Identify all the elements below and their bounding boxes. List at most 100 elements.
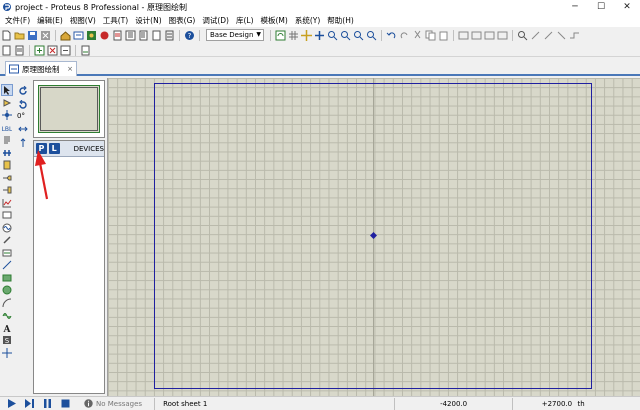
undo-icon[interactable] bbox=[386, 30, 397, 41]
svg-text:?: ? bbox=[188, 32, 192, 40]
zoom-all-icon[interactable] bbox=[353, 30, 364, 41]
notes-icon[interactable] bbox=[151, 30, 162, 41]
menu-edit[interactable]: 编辑(E) bbox=[35, 15, 68, 26]
menu-graph[interactable]: 图表(G) bbox=[167, 15, 201, 26]
messages-indicator[interactable]: No Messages bbox=[84, 399, 142, 408]
bus-icon[interactable] bbox=[1, 147, 13, 159]
close-project-icon[interactable] bbox=[40, 30, 51, 41]
wire-label-icon[interactable]: LBL bbox=[1, 122, 13, 134]
component-mode-icon[interactable] bbox=[1, 97, 13, 109]
block-rotate-icon[interactable] bbox=[484, 30, 495, 41]
menu-tools[interactable]: 工具(T) bbox=[101, 15, 133, 26]
voltage-probe-icon[interactable] bbox=[1, 234, 13, 246]
help-icon[interactable]: ? bbox=[184, 30, 195, 41]
device-panel-title: DEVICES bbox=[73, 144, 104, 153]
close-window-button[interactable]: ✕ bbox=[614, 0, 640, 14]
maximize-button[interactable]: ☐ bbox=[588, 0, 614, 14]
menu-help[interactable]: 帮助(H) bbox=[325, 15, 359, 26]
tab-close-button[interactable]: × bbox=[67, 65, 73, 73]
home-icon[interactable] bbox=[60, 30, 71, 41]
design-explorer-icon[interactable] bbox=[125, 30, 136, 41]
device-pin-icon[interactable] bbox=[1, 184, 13, 196]
menu-bar: 文件(F) 编辑(E) 视图(V) 工具(T) 设计(N) 图表(G) 调试(D… bbox=[0, 14, 640, 27]
rotate-clockwise-icon[interactable] bbox=[16, 84, 30, 98]
generator-icon[interactable] bbox=[1, 222, 13, 234]
rotation-angle-value[interactable]: 0° bbox=[16, 112, 32, 122]
symbol-2d-icon[interactable]: S bbox=[1, 334, 13, 346]
3d-view-icon[interactable] bbox=[99, 30, 110, 41]
text-2d-icon[interactable]: A bbox=[1, 322, 13, 334]
menu-system[interactable]: 系统(Y) bbox=[293, 15, 325, 26]
new-file-icon[interactable] bbox=[1, 30, 12, 41]
zoom-in-icon[interactable] bbox=[327, 30, 338, 41]
graph-icon[interactable] bbox=[1, 197, 13, 209]
zoom-area-icon[interactable] bbox=[366, 30, 377, 41]
status-bar: No Messages Root sheet 1 -4200.0 +2700.0… bbox=[0, 396, 640, 410]
overview-preview[interactable] bbox=[38, 85, 100, 133]
minimize-button[interactable]: ─ bbox=[562, 0, 588, 14]
menu-debug[interactable]: 调试(D) bbox=[200, 15, 234, 26]
cut-icon[interactable] bbox=[412, 30, 423, 41]
tape-recorder-icon[interactable] bbox=[1, 209, 13, 221]
save-icon[interactable] bbox=[27, 30, 38, 41]
mirror-vertical-icon[interactable] bbox=[16, 136, 30, 150]
virtual-instrument-icon[interactable] bbox=[1, 247, 13, 259]
text-script-icon[interactable] bbox=[1, 134, 13, 146]
stop-simulation-button[interactable] bbox=[58, 398, 72, 410]
pause-simulation-button[interactable] bbox=[40, 398, 54, 410]
tab-schematic-capture[interactable]: 原理图绘制 × bbox=[5, 61, 77, 76]
source-code-icon[interactable] bbox=[164, 30, 175, 41]
delete-sheet-icon[interactable] bbox=[47, 45, 58, 56]
add-sheet-icon[interactable] bbox=[34, 45, 45, 56]
subcircuit-icon[interactable] bbox=[1, 159, 13, 171]
decompose-icon[interactable] bbox=[556, 30, 567, 41]
gerber-icon[interactable] bbox=[112, 30, 123, 41]
wire-autorouter-icon[interactable] bbox=[569, 30, 580, 41]
open-folder-icon[interactable] bbox=[14, 30, 25, 41]
netlist-icon[interactable] bbox=[80, 45, 91, 56]
pan-icon[interactable] bbox=[314, 30, 325, 41]
packaging-tool-icon[interactable] bbox=[543, 30, 554, 41]
schematic-icon[interactable] bbox=[73, 30, 84, 41]
svg-text:LBL: LBL bbox=[2, 126, 12, 133]
box-2d-icon[interactable] bbox=[1, 272, 13, 284]
refresh-icon[interactable] bbox=[275, 30, 286, 41]
make-device-icon[interactable] bbox=[530, 30, 541, 41]
menu-library[interactable]: 库(L) bbox=[234, 15, 259, 26]
sheet-list-icon[interactable] bbox=[14, 45, 25, 56]
line-2d-icon[interactable] bbox=[1, 259, 13, 271]
chevron-down-icon: ▼ bbox=[256, 31, 261, 38]
terminal-icon[interactable] bbox=[1, 172, 13, 184]
marker-2d-icon[interactable] bbox=[1, 347, 13, 359]
rotate-anticlockwise-icon[interactable] bbox=[16, 98, 30, 112]
menu-template[interactable]: 模板(M) bbox=[259, 15, 293, 26]
selection-mode-icon[interactable] bbox=[1, 84, 13, 96]
block-delete-icon[interactable] bbox=[497, 30, 508, 41]
copy-icon[interactable] bbox=[425, 30, 436, 41]
origin-icon[interactable] bbox=[301, 29, 312, 41]
search-component-icon[interactable] bbox=[517, 30, 528, 41]
menu-view[interactable]: 视图(V) bbox=[68, 15, 101, 26]
menu-file[interactable]: 文件(F) bbox=[3, 15, 35, 26]
pcb-icon[interactable] bbox=[86, 30, 97, 41]
new-sheet-icon[interactable] bbox=[1, 45, 12, 56]
goto-sheet-icon[interactable] bbox=[60, 45, 71, 56]
block-move-icon[interactable] bbox=[471, 30, 482, 41]
step-simulation-button[interactable] bbox=[22, 398, 36, 410]
paste-icon[interactable] bbox=[438, 30, 449, 41]
block-copy-icon[interactable] bbox=[458, 30, 469, 41]
junction-dot-icon[interactable] bbox=[1, 109, 13, 121]
schematic-canvas[interactable] bbox=[107, 78, 640, 396]
overview-window[interactable] bbox=[33, 80, 105, 138]
circle-2d-icon[interactable] bbox=[1, 284, 13, 296]
menu-design[interactable]: 设计(N) bbox=[133, 15, 166, 26]
redo-icon[interactable] bbox=[399, 30, 410, 41]
zoom-out-icon[interactable] bbox=[340, 30, 351, 41]
design-variant-select[interactable]: Base Design ▼ bbox=[206, 29, 264, 41]
run-simulation-button[interactable] bbox=[4, 398, 18, 410]
toggle-grid-icon[interactable] bbox=[288, 30, 299, 41]
arc-2d-icon[interactable] bbox=[1, 297, 13, 309]
bom-icon[interactable] bbox=[138, 30, 149, 41]
mirror-horizontal-icon[interactable] bbox=[16, 122, 30, 136]
path-2d-icon[interactable] bbox=[1, 309, 13, 321]
